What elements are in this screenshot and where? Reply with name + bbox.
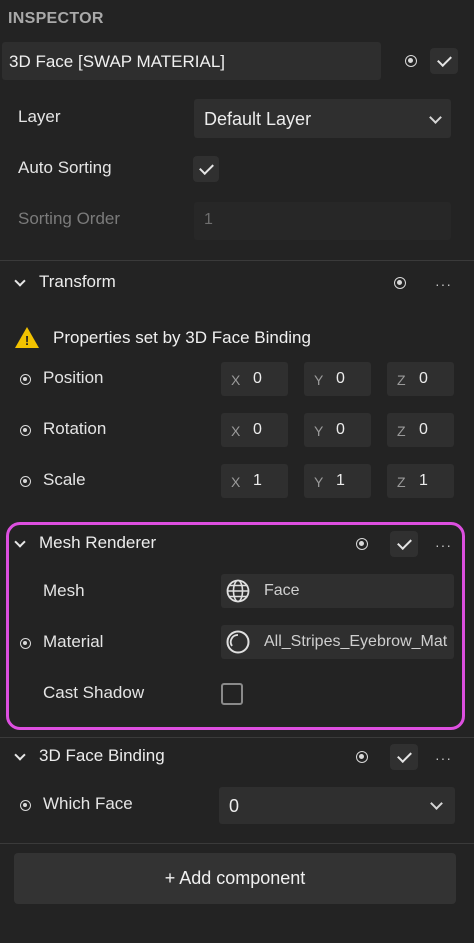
- mesh-asset-field[interactable]: [221, 574, 454, 608]
- position-binding-icon[interactable]: [20, 374, 31, 385]
- face-binding-collapse-chevron-icon[interactable]: [14, 749, 26, 761]
- scale-y-value: 1: [336, 472, 345, 489]
- axis-x-label: X: [231, 372, 241, 388]
- face-binding-title: 3D Face Binding: [39, 746, 165, 765]
- layer-label: Layer: [18, 107, 61, 126]
- rotation-label: Rotation: [43, 419, 107, 438]
- axis-y-label: Y: [314, 423, 324, 439]
- transform-collapse-chevron-icon[interactable]: [14, 275, 26, 287]
- position-x-value: 0: [253, 370, 262, 387]
- position-y-value: 0: [336, 370, 345, 387]
- which-face-value: 0: [229, 796, 240, 816]
- mesh-renderer-enabled-checkbox[interactable]: [390, 531, 418, 557]
- axis-z-label: Z: [397, 423, 406, 439]
- scale-label: Scale: [43, 470, 86, 489]
- axis-x-label: X: [231, 423, 241, 439]
- which-face-binding-icon[interactable]: [20, 800, 31, 811]
- axis-x-label: X: [231, 474, 241, 490]
- divider: [0, 260, 474, 261]
- rotation-y-value: 0: [336, 421, 345, 438]
- which-face-dropdown[interactable]: [219, 787, 455, 824]
- layer-dropdown-value: Default Layer: [204, 109, 312, 129]
- cast-shadow-checkbox[interactable]: [221, 683, 243, 705]
- axis-y-label: Y: [314, 474, 324, 490]
- sorting-order-label: Sorting Order: [18, 209, 121, 228]
- globe-mesh-icon: [226, 579, 250, 603]
- axis-y-label: Y: [314, 372, 324, 388]
- sorting-order-value: 1: [204, 211, 213, 228]
- face-binding-visibility-icon[interactable]: [356, 751, 368, 763]
- axis-z-label: Z: [397, 372, 406, 388]
- check-icon: [396, 535, 412, 551]
- material-sphere-icon: [226, 630, 250, 654]
- scale-binding-icon[interactable]: [20, 476, 31, 487]
- cast-shadow-label: Cast Shadow: [43, 683, 145, 702]
- mesh-renderer-more-icon[interactable]: ···: [435, 537, 452, 553]
- mesh-asset-value: Face: [264, 582, 300, 599]
- transform-warning-text: Properties set by 3D Face Binding: [53, 328, 311, 347]
- mesh-renderer-visibility-icon[interactable]: [356, 538, 368, 550]
- transform-title: Transform: [39, 272, 116, 291]
- position-label: Position: [43, 368, 104, 387]
- object-name-text: 3D Face [SWAP MATERIAL]: [9, 52, 226, 71]
- face-binding-enabled-checkbox[interactable]: [390, 744, 418, 770]
- position-z-value: 0: [419, 370, 428, 387]
- face-binding-more-icon[interactable]: ···: [435, 750, 452, 766]
- divider: [0, 737, 474, 738]
- auto-sorting-checkbox[interactable]: [193, 156, 219, 182]
- check-icon: [198, 160, 214, 176]
- material-binding-icon[interactable]: [20, 638, 31, 649]
- sorting-order-field[interactable]: [194, 202, 451, 240]
- divider: [0, 843, 474, 844]
- material-label: Material: [43, 632, 104, 651]
- rotation-z-value: 0: [419, 421, 428, 438]
- add-component-button[interactable]: + Add component: [14, 853, 456, 904]
- which-face-label: Which Face: [43, 794, 133, 813]
- check-icon: [396, 748, 412, 764]
- transform-visibility-icon[interactable]: [394, 277, 406, 289]
- check-icon: [436, 52, 452, 68]
- rotation-binding-icon[interactable]: [20, 425, 31, 436]
- axis-z-label: Z: [397, 474, 406, 490]
- object-enabled-checkbox[interactable]: [430, 48, 458, 74]
- auto-sorting-label: Auto Sorting: [18, 158, 112, 177]
- inspector-title: INSPECTOR: [8, 10, 104, 27]
- rotation-x-value: 0: [253, 421, 262, 438]
- transform-more-icon[interactable]: ···: [435, 276, 452, 292]
- warning-exclamation: !: [24, 333, 30, 348]
- mesh-renderer-title: Mesh Renderer: [39, 533, 157, 552]
- scale-z-value: 1: [419, 472, 428, 489]
- mesh-label: Mesh: [43, 581, 85, 600]
- object-visibility-icon[interactable]: [405, 55, 417, 67]
- scale-x-value: 1: [253, 472, 262, 489]
- material-asset-value: All_Stripes_Eyebrow_Mat: [264, 633, 448, 650]
